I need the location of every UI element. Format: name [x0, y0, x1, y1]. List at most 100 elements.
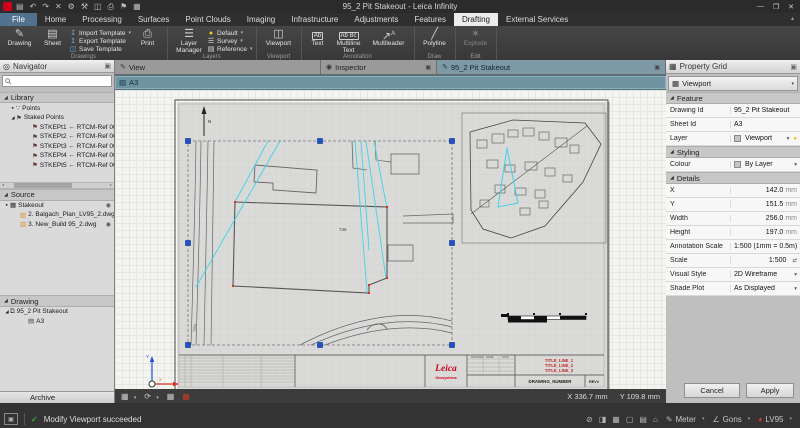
unit-selector[interactable]: ✎ Meter▾: [666, 415, 705, 424]
dropdown-arrow-icon[interactable]: ▾: [794, 286, 797, 292]
home-icon[interactable]: ⌂: [653, 415, 658, 424]
tree-item[interactable]: ▥ 2. Balgach_Plan_LV95_2.dwg ◉: [0, 210, 114, 220]
property-row[interactable]: Drawing Id 95_2 Pit Stakeout: [666, 104, 800, 118]
ribbon-tab[interactable]: Drafting: [454, 13, 498, 26]
property-row[interactable]: Width 256.0 mm: [666, 212, 800, 226]
pin-icon[interactable]: ▣: [654, 64, 660, 71]
sheet-button[interactable]: ▤ Sheet: [36, 27, 69, 47]
inspect-icon[interactable]: ⚑: [120, 2, 127, 12]
dropdown-arrow-icon[interactable]: ▾: [794, 162, 797, 168]
layer-manager-button[interactable]: ☰ Layer Manager: [171, 27, 207, 54]
horizontal-scrollbar[interactable]: ◂▸: [0, 182, 114, 189]
tree-item[interactable]: ⚑ STKEPt2 ← RTCM-Ref 0000 (07/10/: [0, 132, 114, 142]
ribbon-tab[interactable]: Infrastructure: [283, 13, 346, 26]
layer-visibility-bulb-icon[interactable]: ●: [793, 136, 797, 142]
delete-icon[interactable]: ✕: [55, 2, 62, 12]
dropdown-arrow-icon[interactable]: ⇄: [792, 258, 797, 264]
object-snap-icon[interactable]: ◨: [599, 415, 607, 424]
viewport-button[interactable]: ◫ Viewport: [260, 27, 298, 47]
console-toggle-icon[interactable]: ▣: [4, 413, 18, 425]
drawing-button[interactable]: ✎ Drawing: [3, 27, 36, 47]
ortho-icon[interactable]: ▢: [626, 415, 634, 424]
snap-grid-icon[interactable]: ▦: [182, 392, 190, 401]
property-row[interactable]: Layer Viewport ▾ ●: [666, 132, 800, 146]
ribbon-tab[interactable]: Processing: [74, 13, 130, 26]
grid-toggle-icon[interactable]: ▦: [167, 392, 175, 401]
explode-button[interactable]: ✶ Explode: [459, 27, 493, 47]
maximize-icon[interactable]: ❐: [773, 3, 779, 11]
dropdown-arrow-icon[interactable]: ▾: [794, 272, 797, 278]
drawing-canvas[interactable]: N 2560: [115, 90, 666, 389]
property-row[interactable]: Shade Plot As Displayed ▾: [666, 282, 800, 296]
tree-item[interactable]: ▥ 3. New_Build 95_2.dwg ◉: [0, 220, 114, 230]
import-template-button[interactable]: ↧ Import Template▾: [69, 29, 131, 37]
polyline-button[interactable]: ╱ Polyline: [418, 27, 452, 47]
navigator-search-input[interactable]: [2, 75, 112, 87]
tree-item[interactable]: ◢ ⚑ Staked Points: [0, 113, 114, 123]
property-row[interactable]: Height 197.0 mm: [666, 226, 800, 240]
disable-snap-icon[interactable]: ⊘: [586, 415, 593, 424]
grid-snap-icon[interactable]: ▦: [612, 415, 620, 424]
view-tab[interactable]: ✎ View: [115, 60, 321, 74]
tree-item[interactable]: ⚑ STKEPt3 ← RTCM-Ref 0000 (07/10/: [0, 141, 114, 151]
tree-item[interactable]: ▸ ▦ Stakeout ◉: [0, 201, 114, 211]
property-row[interactable]: X 142.0 mm: [666, 184, 800, 198]
tree-item[interactable]: ▸ ∵ Points: [0, 103, 114, 113]
ribbon-tab[interactable]: Home: [37, 13, 74, 26]
display-mode-icon[interactable]: ▦ ▾: [121, 392, 136, 401]
multiline-text-button[interactable]: Ab Bc Multiline Text: [331, 27, 367, 54]
visibility-eye-icon[interactable]: ◉: [106, 202, 111, 209]
tree-item[interactable]: ▤ A3: [0, 317, 114, 327]
pin-icon[interactable]: ▣: [790, 63, 797, 71]
settings-icon[interactable]: ⚙: [68, 2, 75, 12]
text-button[interactable]: Ab Text: [305, 27, 331, 47]
tree-item[interactable]: ⚑ STKEPt4 ← RTCM-Ref 0000 (07/10/: [0, 151, 114, 161]
undo-icon[interactable]: ↶: [30, 2, 37, 12]
ribbon-collapse-icon[interactable]: ▴: [791, 13, 800, 26]
ribbon-tab[interactable]: Imaging: [239, 13, 283, 26]
visibility-eye-icon[interactable]: ◉: [106, 221, 111, 228]
redo-icon[interactable]: ↷: [42, 2, 49, 12]
ribbon-tab[interactable]: Features: [406, 13, 454, 26]
minimize-icon[interactable]: —: [757, 3, 764, 11]
ribbon-tab[interactable]: File: [0, 13, 37, 26]
dropdown-arrow-icon[interactable]: ▾: [787, 136, 790, 142]
selection-type-dropdown[interactable]: ▦ Viewport ▾: [668, 76, 798, 91]
multileader-button[interactable]: ↗A Multileader: [367, 27, 411, 47]
tree-item[interactable]: ◢ ⧉ 95_2 Pit Stakeout: [0, 307, 114, 317]
cancel-button[interactable]: Cancel: [684, 383, 740, 398]
pin-icon[interactable]: ▣: [425, 64, 431, 71]
ribbon-tab[interactable]: Point Clouds: [177, 13, 238, 26]
save-template-button[interactable]: ◫ Save Template: [69, 45, 131, 53]
source-section-header[interactable]: ◢Source: [0, 189, 114, 201]
property-row[interactable]: Sheet Id A3: [666, 118, 800, 132]
sheet-subtab[interactable]: ▤ A3: [115, 75, 666, 90]
view-tab[interactable]: ◉ Inspector ▣: [321, 60, 437, 74]
tools-icon[interactable]: ⚒: [81, 2, 88, 12]
ribbon-tab[interactable]: Adjustments: [346, 13, 406, 26]
close-icon[interactable]: ✕: [788, 3, 794, 11]
tree-item[interactable]: ⚑ STKEPt5 ← RTCM-Ref 0000 (07/10/: [0, 160, 114, 170]
archive-icon[interactable]: ◫: [94, 2, 102, 12]
details-section-header[interactable]: ◢Details: [666, 172, 800, 184]
print-icon[interactable]: ⎙: [108, 2, 114, 12]
ribbon-tab[interactable]: External Services: [498, 13, 576, 26]
archive-section-header[interactable]: Archive: [0, 391, 114, 403]
print-button[interactable]: ⎙ Print: [131, 27, 164, 47]
property-row[interactable]: Scale 1:500 ⇄: [666, 254, 800, 268]
property-row[interactable]: Colour By Layer ▾: [666, 158, 800, 172]
refresh-view-icon[interactable]: ⟳ ▾: [144, 392, 158, 401]
survey-layer-button[interactable]: ☰ Survey▾: [207, 37, 253, 45]
window-icon[interactable]: ▦: [133, 2, 141, 12]
tree-item[interactable]: ⚑ STKEPt1 ← RTCM-Ref 0000 (07/10/: [0, 122, 114, 132]
view-tab[interactable]: ✎ 95_2 Pit Stakeout ▣: [437, 60, 666, 74]
property-row[interactable]: Y 151.5 mm: [666, 198, 800, 212]
layers-status-icon[interactable]: ▤: [639, 415, 647, 424]
ribbon-tab[interactable]: Surfaces: [130, 13, 178, 26]
angle-unit-selector[interactable]: ∠ Gons▾: [712, 415, 750, 424]
drawing-section-header[interactable]: ◢Drawing: [0, 295, 114, 307]
property-row[interactable]: Annotation Scale 1:500 (1mm = 0.5m) ▾: [666, 240, 800, 254]
pin-icon[interactable]: ▣: [104, 62, 111, 70]
property-row[interactable]: Visual Style 2D Wireframe ▾: [666, 268, 800, 282]
apply-button[interactable]: Apply: [746, 383, 794, 398]
